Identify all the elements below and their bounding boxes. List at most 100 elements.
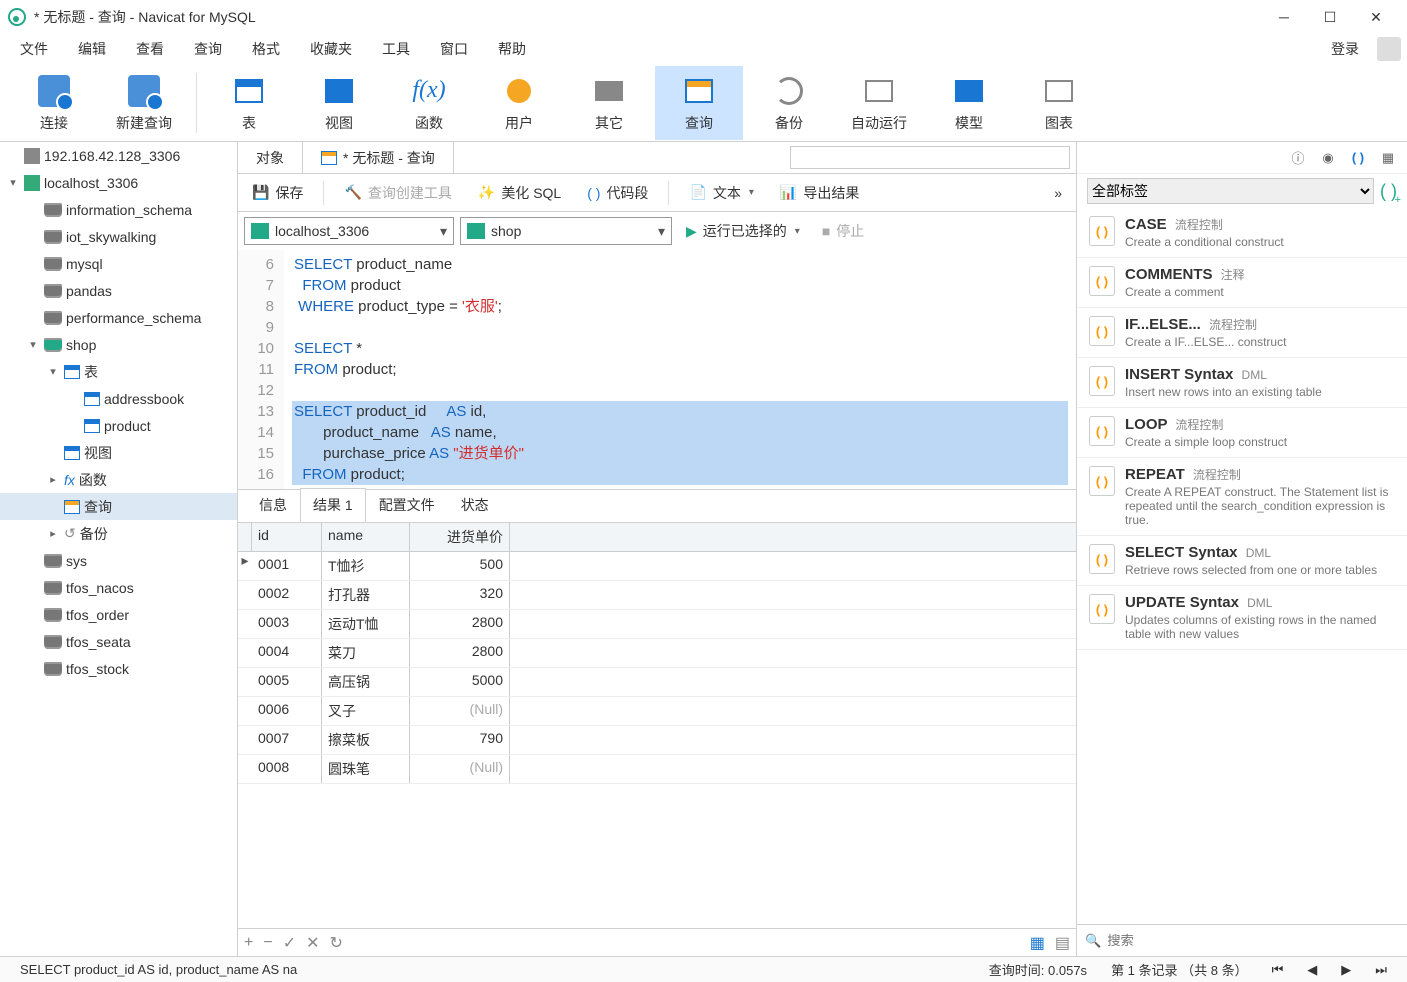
more-button[interactable]: » [1048,182,1068,204]
result-tab-状态[interactable]: 状态 [448,488,502,522]
connection-combo[interactable]: localhost_3306 ▾ [244,217,454,245]
snippet-item[interactable]: ( )INSERT Syntax DMLInsert new rows into… [1077,358,1407,408]
menu-收藏夹[interactable]: 收藏夹 [296,35,366,63]
tree-item-performance_schema[interactable]: ▸performance_schema [0,304,237,331]
toolbar-模型[interactable]: 模型 [925,66,1013,140]
doc-tab[interactable]: 对象 [238,142,303,173]
tree-item-tfos_seata[interactable]: ▸tfos_seata [0,628,237,655]
sql-editor[interactable]: 678910111213141516 SELECT product_name F… [238,250,1076,490]
menu-帮助[interactable]: 帮助 [484,35,540,63]
toolbar-视图[interactable]: 视图 [295,66,383,140]
toolbar-自动运行[interactable]: 自动运行 [835,66,923,140]
refresh-button[interactable]: ↻ [330,933,343,953]
snippet-item[interactable]: ( )CASE 流程控制Create a conditional constru… [1077,208,1407,258]
menu-文件[interactable]: 文件 [6,35,62,63]
nav-last-button[interactable]: ⏭ [1363,962,1399,978]
toolbar-备份[interactable]: 备份 [745,66,833,140]
database-combo[interactable]: shop ▾ [460,217,672,245]
result-tab-信息[interactable]: 信息 [246,488,300,522]
export-button[interactable]: 📊导出结果 [774,180,865,206]
tree-item-查询[interactable]: ▸查询 [0,493,237,520]
nav-next-button[interactable]: ▶ [1329,962,1363,978]
snippet-filter-combo[interactable]: 全部标签 [1087,178,1374,204]
snippet-item[interactable]: ( )IF...ELSE... 流程控制Create a IF...ELSE..… [1077,308,1407,358]
toolbar-新建查询[interactable]: 新建查询 [100,66,188,140]
code-segment-button[interactable]: ( )代码段 [581,180,654,206]
delete-row-button[interactable]: − [263,934,272,952]
snippet-search-input[interactable] [1107,933,1399,948]
nav-first-button[interactable]: ⏮ [1260,962,1296,978]
tree-item-localhost_3306[interactable]: ▾localhost_3306 [0,169,237,196]
add-row-button[interactable]: + [244,934,253,952]
tree-item-视图[interactable]: ▸视图 [0,439,237,466]
tree-item-sys[interactable]: ▸sys [0,547,237,574]
tree-item-mysql[interactable]: ▸mysql [0,250,237,277]
nav-prev-button[interactable]: ◀ [1295,962,1329,978]
info-icon[interactable]: ⓘ [1289,149,1307,167]
menu-编辑[interactable]: 编辑 [64,35,120,63]
add-snippet-button[interactable]: ( )+ [1380,181,1397,202]
snippet-item[interactable]: ( )SELECT Syntax DMLRetrieve rows select… [1077,536,1407,586]
beautify-sql-button[interactable]: ✨美化 SQL [472,180,567,206]
snippet-search[interactable]: 🔍 [1077,924,1407,956]
doc-tab[interactable]: * 无标题 - 查询 [303,142,454,173]
toolbar-函数[interactable]: f(x)函数 [385,66,473,140]
tree-item-函数[interactable]: ▸fx函数 [0,466,237,493]
tree-item-pandas[interactable]: ▸pandas [0,277,237,304]
result-grid[interactable]: idname进货单价▸0001T恤衫5000002打孔器3200003运动T恤2… [238,522,1076,784]
tab-search-input[interactable] [790,146,1070,169]
tree-item-information_schema[interactable]: ▸information_schema [0,196,237,223]
table-row[interactable]: 0002打孔器320 [238,581,1076,610]
minimize-button[interactable]: ─ [1261,2,1307,32]
text-button[interactable]: 📄文本▾ [683,180,759,206]
eye-icon[interactable]: ◉ [1319,149,1337,167]
run-button[interactable]: ▶运行已选择的▾ [678,217,808,245]
menu-窗口[interactable]: 窗口 [426,35,482,63]
tree-item-备份[interactable]: ▸↺备份 [0,520,237,547]
toolbar-用户[interactable]: 用户 [475,66,563,140]
col-header[interactable]: name [322,523,410,551]
tree-item-iot_skywalking[interactable]: ▸iot_skywalking [0,223,237,250]
table-row[interactable]: 0008圆珠笔(Null) [238,755,1076,784]
tree-item-表[interactable]: ▾表 [0,358,237,385]
col-header[interactable]: id [252,523,322,551]
snippet-item[interactable]: ( )REPEAT 流程控制Create A REPEAT construct.… [1077,458,1407,536]
code-area[interactable]: SELECT product_name FROM product WHERE p… [284,250,1076,489]
toolbar-查询[interactable]: 查询 [655,66,743,140]
brackets-icon[interactable]: ( ) [1349,149,1367,167]
toolbar-表[interactable]: 表 [205,66,293,140]
snippet-item[interactable]: ( )COMMENTS 注释Create a comment [1077,258,1407,308]
tree-item-shop[interactable]: ▾shop [0,331,237,358]
table-row[interactable]: 0006叉子(Null) [238,697,1076,726]
table-row[interactable]: 0007擦菜板790 [238,726,1076,755]
tree-item-addressbook[interactable]: ▸addressbook [0,385,237,412]
table-row[interactable]: 0004菜刀2800 [238,639,1076,668]
result-tab-结果 1[interactable]: 结果 1 [300,488,366,522]
grid-icon[interactable]: ▦ [1379,149,1397,167]
login-button[interactable]: 登录 [1321,35,1369,63]
close-button[interactable]: ✕ [1353,2,1399,32]
menu-工具[interactable]: 工具 [368,35,424,63]
save-button[interactable]: 💾保存 [246,180,309,206]
avatar-icon[interactable] [1377,37,1401,61]
toolbar-图表[interactable]: 图表 [1015,66,1103,140]
tree-item-tfos_nacos[interactable]: ▸tfos_nacos [0,574,237,601]
menu-格式[interactable]: 格式 [238,35,294,63]
maximize-button[interactable]: ☐ [1307,2,1353,32]
table-row[interactable]: 0003运动T恤2800 [238,610,1076,639]
tree-item-product[interactable]: ▸product [0,412,237,439]
menu-查看[interactable]: 查看 [122,35,178,63]
snippet-item[interactable]: ( )LOOP 流程控制Create a simple loop constru… [1077,408,1407,458]
table-row[interactable]: 0005高压锅5000 [238,668,1076,697]
toolbar-连接[interactable]: 连接 [10,66,98,140]
result-tab-配置文件[interactable]: 配置文件 [366,488,448,522]
form-view-button[interactable]: ▤ [1055,933,1070,953]
apply-button[interactable]: ✓ [283,933,296,953]
query-builder-button[interactable]: 🔨查询创建工具 [338,180,457,206]
tree-item-tfos_order[interactable]: ▸tfos_order [0,601,237,628]
menu-查询[interactable]: 查询 [180,35,236,63]
table-row[interactable]: ▸0001T恤衫500 [238,552,1076,581]
grid-view-button[interactable]: ▦ [1030,933,1045,953]
tree-item-tfos_stock[interactable]: ▸tfos_stock [0,655,237,682]
snippet-item[interactable]: ( )UPDATE Syntax DMLUpdates columns of e… [1077,586,1407,650]
